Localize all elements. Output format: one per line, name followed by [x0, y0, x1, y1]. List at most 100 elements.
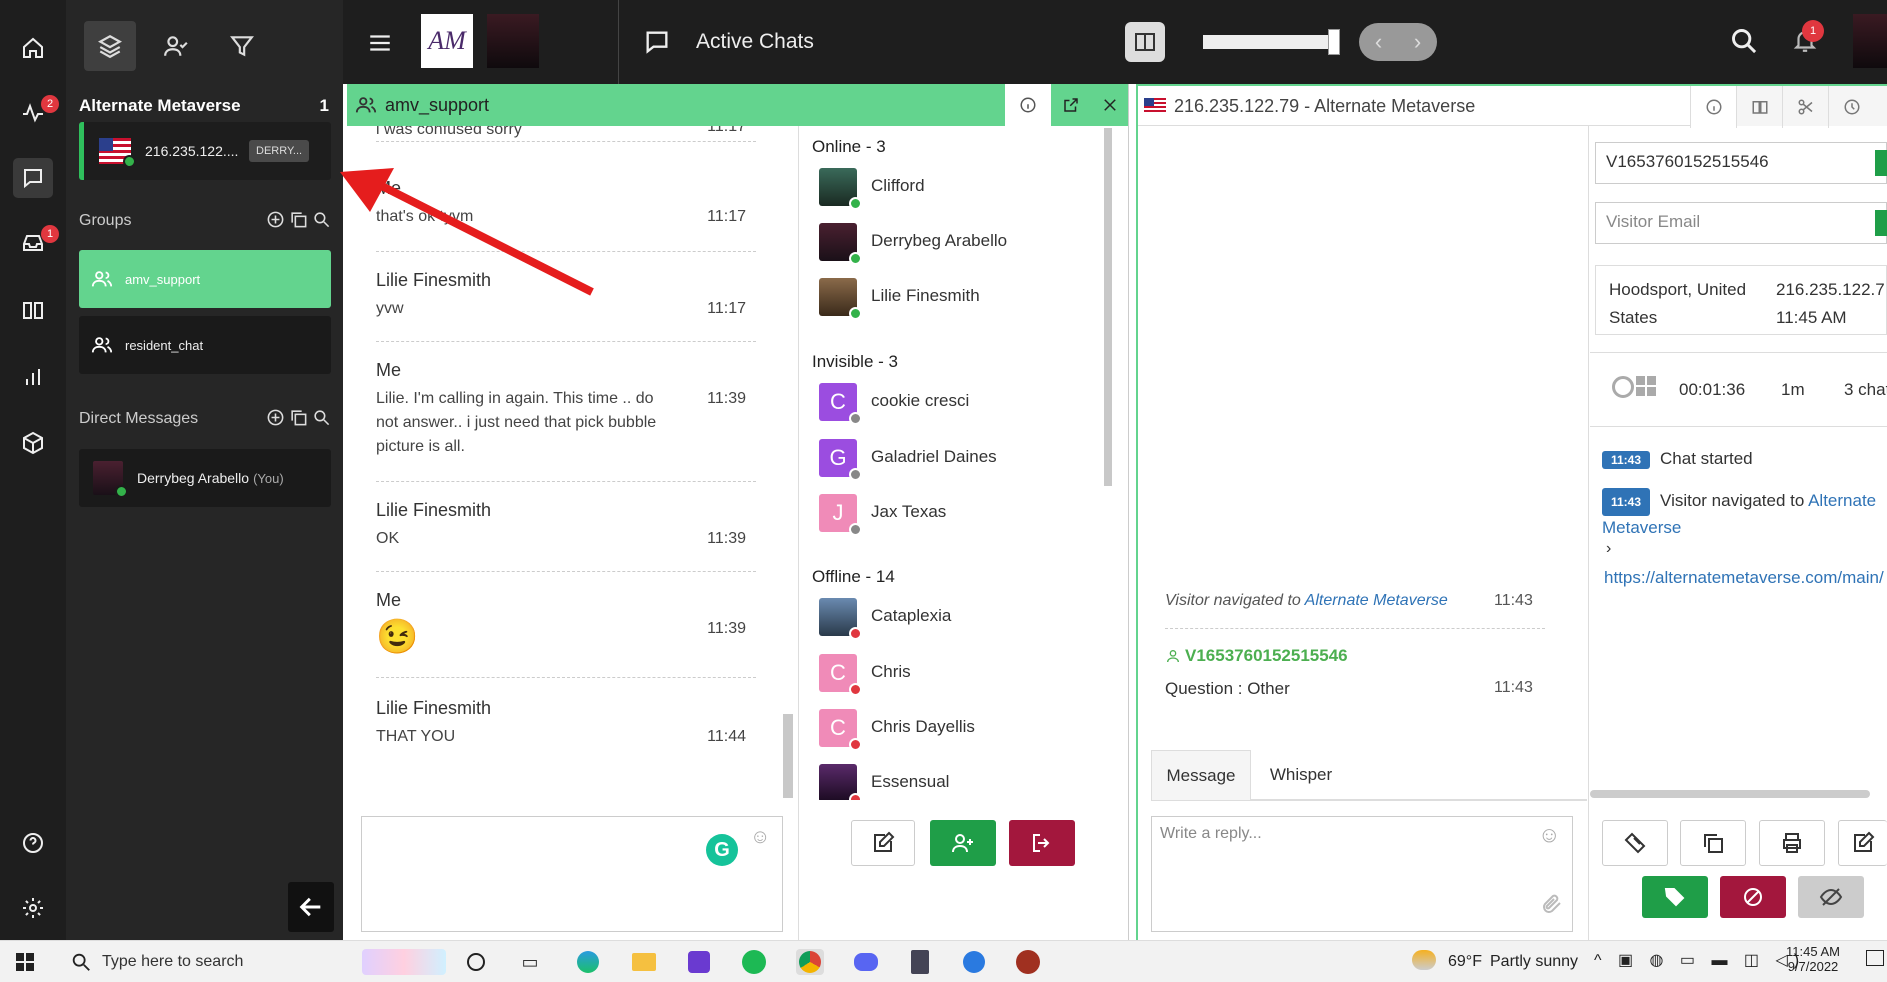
visitor-url[interactable]: https://alternatemetaverse.com/main/: [1604, 568, 1884, 588]
collapse-sidebar-button[interactable]: [288, 882, 334, 932]
settings-gear-icon[interactable]: [13, 888, 53, 928]
chevron-right-icon[interactable]: ›: [1606, 540, 1611, 558]
attach-icon[interactable]: [1540, 892, 1564, 921]
grammarly-icon[interactable]: G: [706, 834, 738, 866]
zoom-slider-track[interactable]: [1203, 35, 1333, 49]
popout-button[interactable]: [1053, 84, 1089, 126]
hamburger-menu-icon[interactable]: [367, 30, 393, 61]
group-item-resident-chat[interactable]: resident_chat: [79, 316, 331, 374]
member-name[interactable]: Cataplexia: [871, 606, 951, 626]
add-group-icon[interactable]: [266, 210, 285, 229]
history-tab[interactable]: [1828, 86, 1874, 128]
search-highlight-icon[interactable]: [362, 949, 446, 975]
chat-icon[interactable]: [13, 158, 53, 198]
discord-icon[interactable]: [852, 949, 880, 975]
reports-icon[interactable]: [13, 357, 53, 397]
search-dm-icon[interactable]: [312, 408, 331, 427]
profile-avatar[interactable]: [1853, 14, 1887, 68]
member-name[interactable]: cookie cresci: [871, 391, 969, 411]
notification-center-icon[interactable]: [1866, 950, 1884, 966]
edge-icon[interactable]: [574, 949, 602, 975]
chevron-right-icon[interactable]: ›: [1414, 29, 1421, 55]
member-name[interactable]: Derrybeg Arabello: [871, 231, 1007, 251]
users-check-button[interactable]: [150, 21, 202, 71]
book-icon[interactable]: [13, 290, 53, 330]
group-item-amv-support[interactable]: amv_support: [79, 250, 331, 308]
edit-button[interactable]: [1838, 820, 1887, 866]
app-icon[interactable]: [685, 949, 713, 975]
app-icon[interactable]: [960, 949, 988, 975]
calculator-icon[interactable]: [906, 949, 934, 975]
weather-desc[interactable]: Partly sunny: [1490, 953, 1578, 971]
reply-input[interactable]: Write a reply...: [1151, 816, 1573, 932]
copy-icon[interactable]: [289, 408, 308, 427]
tags-button[interactable]: [1642, 876, 1708, 918]
book-tab[interactable]: [1736, 86, 1782, 128]
scissors-tab[interactable]: [1782, 86, 1828, 128]
visitor-tools: [1690, 86, 1887, 128]
member-name[interactable]: Chris Dayellis: [871, 717, 975, 737]
members-scrollbar[interactable]: [1104, 128, 1112, 486]
member-name[interactable]: Lilie Finesmith: [871, 286, 980, 306]
help-icon[interactable]: [13, 823, 53, 863]
info-scrollbar[interactable]: [1590, 790, 1870, 798]
inbox-icon[interactable]: 1: [13, 223, 59, 263]
add-member-button[interactable]: [930, 820, 996, 866]
visitor-location-box: Hoodsport, United States 216.235.122.7 11:…: [1595, 265, 1887, 335]
package-icon[interactable]: [13, 423, 53, 463]
edit-group-button[interactable]: [851, 820, 915, 866]
task-view-icon[interactable]: ▭: [516, 949, 544, 975]
tag-button[interactable]: [1602, 820, 1668, 866]
member-name[interactable]: Galadriel Daines: [871, 447, 997, 467]
edit-email-button[interactable]: [1875, 210, 1887, 236]
print-button[interactable]: [1759, 820, 1825, 866]
clock[interactable]: 11:45 AM 9/7/2022: [1778, 944, 1848, 974]
add-dm-icon[interactable]: [266, 408, 285, 427]
visitor-email-field[interactable]: Visitor Email: [1595, 202, 1887, 244]
ticket-icon: [1624, 832, 1646, 854]
emoji-icon[interactable]: ☺: [1538, 822, 1560, 848]
search-groups-icon[interactable]: [312, 210, 331, 229]
search-icon[interactable]: [1730, 27, 1758, 60]
emoji-icon[interactable]: ☺: [750, 826, 770, 849]
weather-temp[interactable]: 69°F: [1448, 953, 1482, 971]
taskbar-search-placeholder: Type here to search: [102, 953, 244, 970]
nav-arrows[interactable]: ‹ ›: [1359, 23, 1437, 61]
copy-icon[interactable]: [289, 210, 308, 229]
member-name[interactable]: Jax Texas: [871, 502, 946, 522]
cortana-icon[interactable]: [462, 949, 490, 975]
close-group-chat-button[interactable]: [1091, 84, 1129, 126]
system-tray-icons[interactable]: ^ ▣ ◍ ▭ ▬ ◫ ◁): [1594, 950, 1805, 970]
zoom-slider-handle[interactable]: [1328, 29, 1340, 55]
group-info-button[interactable]: [1005, 84, 1051, 126]
home-icon[interactable]: [13, 28, 53, 68]
messages-scrollbar[interactable]: [783, 714, 793, 798]
visitor-nav-link[interactable]: Alternate Metaverse: [1305, 592, 1448, 609]
leave-group-button[interactable]: [1009, 820, 1075, 866]
edit-id-button[interactable]: [1875, 150, 1887, 176]
file-explorer-icon[interactable]: [630, 949, 658, 975]
visitor-id-field[interactable]: V1653760152515546: [1595, 142, 1887, 184]
app-icon[interactable]: [1014, 949, 1042, 975]
windows-start-icon[interactable]: [16, 953, 34, 971]
layers-button[interactable]: [84, 21, 136, 71]
taskbar-search[interactable]: Type here to search: [56, 941, 356, 982]
tab-whisper[interactable]: Whisper: [1251, 750, 1351, 800]
ban-visitor-button[interactable]: [1720, 876, 1786, 918]
tab-message[interactable]: Message: [1151, 750, 1251, 801]
info-tab[interactable]: [1690, 86, 1736, 128]
user-avatar[interactable]: [487, 14, 539, 68]
layout-toggle-button[interactable]: [1125, 22, 1165, 62]
active-chat-item[interactable]: 216.235.122.... DERRY...: [79, 122, 331, 180]
hide-button[interactable]: [1798, 876, 1864, 918]
copy-transcript-button[interactable]: [1680, 820, 1746, 866]
filter-button[interactable]: [216, 21, 268, 71]
chevron-left-icon[interactable]: ‹: [1375, 29, 1382, 55]
member-name[interactable]: Clifford: [871, 176, 925, 196]
dm-item-self[interactable]: Derrybeg Arabello (You): [79, 449, 331, 507]
member-name[interactable]: Essensual: [871, 772, 949, 792]
activity-icon[interactable]: 2: [13, 93, 59, 133]
spotify-icon[interactable]: [740, 949, 768, 975]
chrome-icon[interactable]: [796, 949, 824, 975]
member-name[interactable]: Chris: [871, 662, 911, 682]
